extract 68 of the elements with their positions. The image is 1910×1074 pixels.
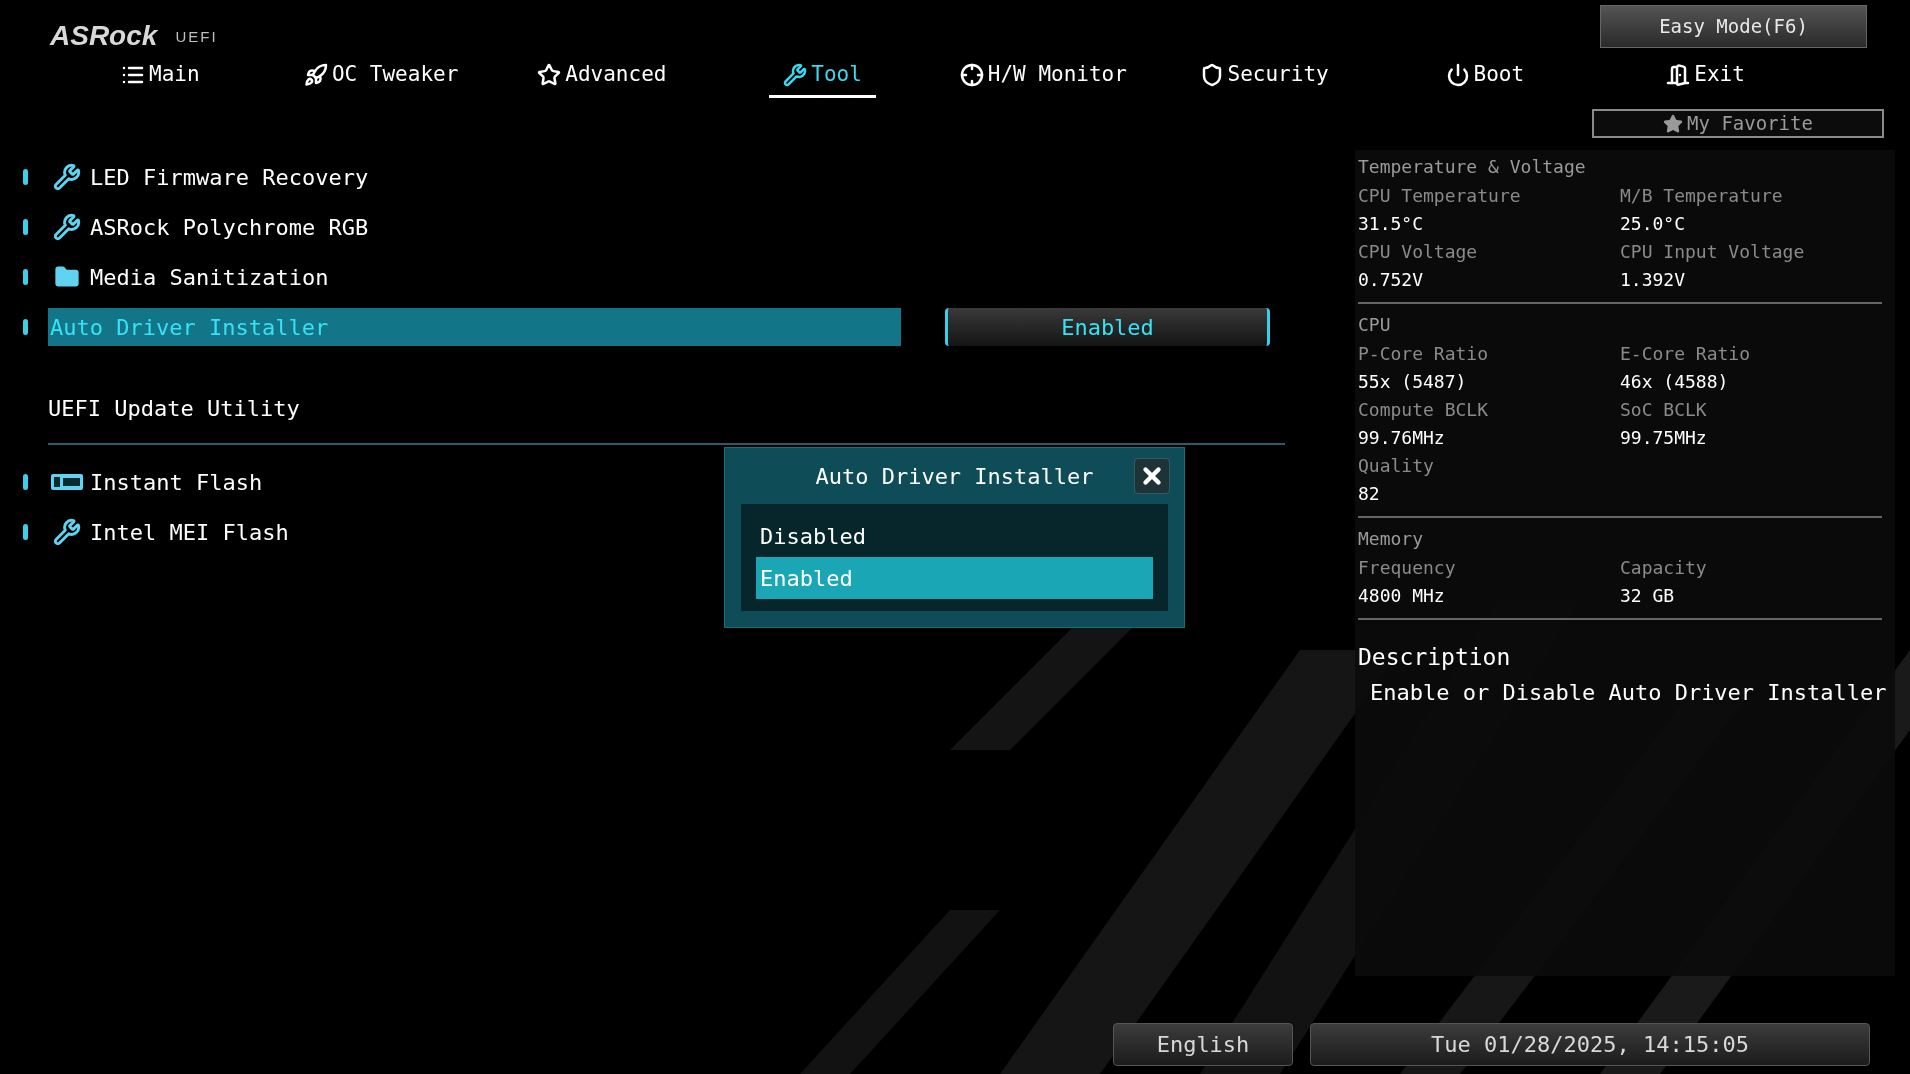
tools-icon [53, 163, 81, 191]
value-button[interactable]: Enabled [945, 308, 1270, 346]
section-title: UEFI Update Utility [48, 395, 301, 423]
nav-tab[interactable]: Boot [1431, 54, 1539, 98]
power-icon [1445, 62, 1470, 87]
field-label: P-Core Ratio [1358, 342, 1490, 366]
field-value: 99.76MHz [1358, 426, 1446, 450]
crosshair-icon [959, 62, 984, 87]
close-button[interactable] [1134, 458, 1170, 494]
description-text: Enable or Disable Auto Driver Installer [1370, 679, 1888, 707]
brand-logo: ASRock [50, 20, 158, 52]
row-marker [23, 219, 28, 235]
nav-tab[interactable]: H/W Monitor [945, 54, 1141, 98]
nav-tab[interactable]: Advanced [523, 54, 681, 98]
row-marker [23, 524, 28, 540]
field-value: 55x (5487) [1358, 370, 1468, 394]
chip-icon [51, 472, 83, 492]
menu-item[interactable]: Instant Flash [48, 465, 265, 499]
field-value: 32 GB [1620, 584, 1676, 608]
nav-tab[interactable]: Exit [1652, 54, 1759, 98]
field-value: 82 [1358, 482, 1381, 506]
menu-item[interactable]: Intel MEI Flash [48, 515, 291, 549]
tools-icon [783, 62, 808, 87]
logo-subtitle: UEFI [175, 26, 218, 47]
field-label: Compute BCLK [1358, 398, 1490, 422]
field-label: CPU Input Voltage [1620, 240, 1806, 264]
field-value: 0.752V [1358, 268, 1425, 292]
row-marker [23, 474, 28, 490]
row-marker [23, 319, 28, 335]
field-value: 1.392V [1620, 268, 1687, 292]
field-label: Capacity [1620, 556, 1708, 580]
star-icon [537, 62, 562, 87]
favorite-button[interactable]: My Favorite [1592, 109, 1884, 138]
nav-tab[interactable]: Tool [769, 54, 876, 98]
nav-tab[interactable]: Main [107, 54, 214, 98]
field-label: SoC BCLK [1620, 398, 1708, 422]
field-value: 4800 MHz [1358, 584, 1446, 608]
easy-mode-button[interactable]: Easy Mode(F6) [1600, 5, 1867, 48]
group-title: CPU [1358, 313, 1392, 337]
menu-item[interactable]: Media Sanitization [48, 260, 331, 294]
field-label: E-Core Ratio [1620, 342, 1752, 366]
group-title: Memory [1358, 527, 1425, 551]
star-icon [1663, 113, 1684, 134]
description-title: Description [1358, 643, 1512, 672]
row-marker [23, 269, 28, 285]
field-value: 31.5°C [1358, 212, 1425, 236]
popup-title: Auto Driver Installer [815, 462, 1094, 491]
language-selector[interactable]: English [1113, 1023, 1293, 1066]
row-marker [23, 169, 28, 185]
rocket-icon [303, 62, 328, 87]
field-label: M/B Temperature [1620, 184, 1784, 208]
field-label: CPU Temperature [1358, 184, 1522, 208]
date-time: Tue 01/28/2025, 14:15:05 [1310, 1023, 1870, 1066]
option-item[interactable]: Disabled [756, 515, 1153, 557]
nav-tab[interactable]: Security [1185, 54, 1343, 98]
field-label: CPU Voltage [1358, 240, 1479, 264]
field-value: 25.0°C [1620, 212, 1687, 236]
tools-icon [53, 213, 81, 241]
field-label: Frequency [1358, 556, 1457, 580]
menu-item[interactable]: ASRock Polychrome RGB [48, 210, 371, 244]
nav-tab[interactable]: OC Tweaker [289, 54, 473, 98]
field-value: 46x (4588) [1620, 370, 1730, 394]
field-value: 99.75MHz [1620, 426, 1708, 450]
door-icon [1666, 62, 1691, 87]
tools-icon [53, 518, 81, 546]
group-title: Temperature & Voltage [1358, 155, 1587, 179]
menu-item[interactable]: LED Firmware Recovery [48, 160, 371, 194]
field-label: Quality [1358, 454, 1435, 478]
